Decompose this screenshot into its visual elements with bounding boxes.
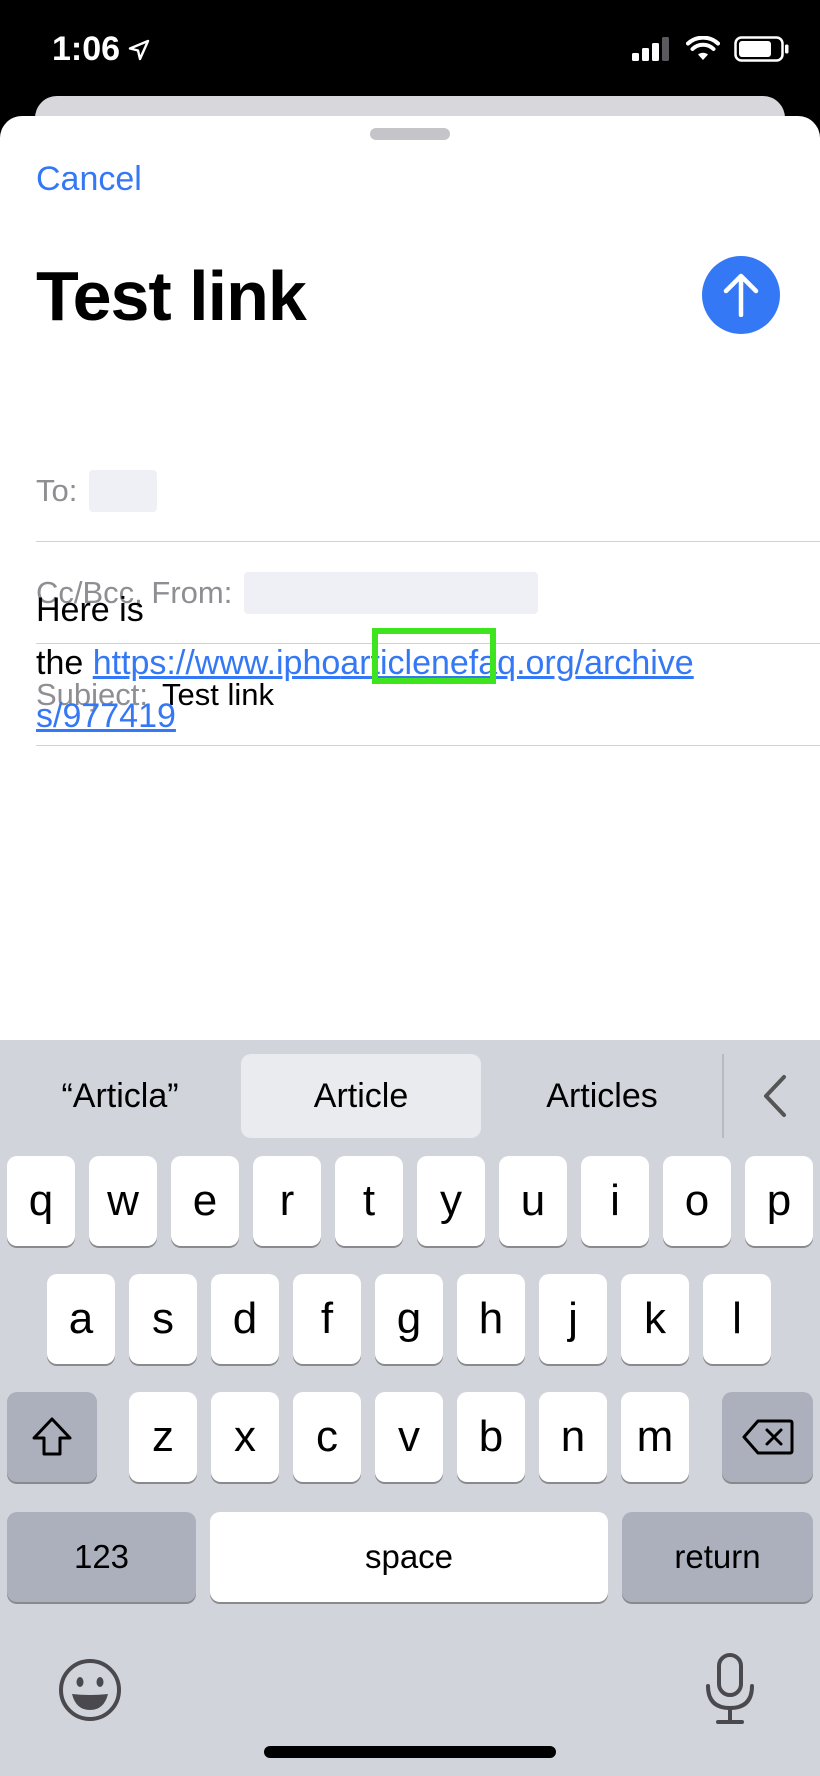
key-z[interactable]: z — [129, 1392, 197, 1482]
key-h[interactable]: h — [457, 1274, 525, 1364]
key-j[interactable]: j — [539, 1274, 607, 1364]
key-c[interactable]: c — [293, 1392, 361, 1482]
body-link-continued[interactable]: s/977419 — [36, 697, 176, 735]
suggestion-divider — [722, 1054, 724, 1138]
key-k[interactable]: k — [621, 1274, 689, 1364]
suggestion-literal[interactable]: “Articla” — [20, 1054, 220, 1138]
key-l[interactable]: l — [703, 1274, 771, 1364]
delete-key[interactable] — [722, 1392, 813, 1482]
space-key[interactable]: space — [210, 1512, 608, 1602]
arrow-up-icon — [723, 273, 759, 317]
key-u[interactable]: u — [499, 1156, 567, 1246]
to-recipient-redacted — [89, 469, 158, 512]
to-field[interactable]: To: — [36, 440, 820, 542]
collapse-suggestions-button[interactable] — [740, 1054, 810, 1138]
suggestion-bar: “Articla” Article Articles — [0, 1040, 820, 1140]
chevron-left-icon — [764, 1075, 786, 1117]
return-key[interactable]: return — [622, 1512, 813, 1602]
body-line: s/977419 — [36, 690, 796, 743]
status-time: 1:06 — [52, 30, 150, 69]
highlight-box — [372, 628, 496, 684]
to-label: To: — [36, 472, 78, 508]
dictation-button[interactable] — [700, 1652, 760, 1726]
key-t[interactable]: t — [335, 1156, 403, 1246]
shift-key[interactable] — [7, 1392, 97, 1482]
key-d[interactable]: d — [211, 1274, 279, 1364]
key-f[interactable]: f — [293, 1274, 361, 1364]
shift-icon — [32, 1417, 72, 1456]
wifi-icon — [686, 36, 720, 60]
suggestion-alternate[interactable]: Articles — [495, 1054, 709, 1138]
send-button[interactable] — [702, 256, 780, 334]
battery-icon — [734, 36, 789, 62]
key-p[interactable]: p — [745, 1156, 813, 1246]
cancel-button[interactable]: Cancel — [36, 160, 142, 199]
numbers-key[interactable]: 123 — [7, 1512, 196, 1602]
key-i[interactable]: i — [581, 1156, 649, 1246]
key-b[interactable]: b — [457, 1392, 525, 1482]
suggestion-primary[interactable]: Article — [241, 1054, 481, 1138]
location-icon — [128, 39, 150, 60]
status-time-text: 1:06 — [52, 30, 121, 68]
signal-icon — [632, 37, 669, 61]
key-r[interactable]: r — [253, 1156, 321, 1246]
microphone-icon — [706, 1653, 754, 1724]
key-q[interactable]: q — [7, 1156, 75, 1246]
key-x[interactable]: x — [211, 1392, 279, 1482]
key-m[interactable]: m — [621, 1392, 689, 1482]
key-g[interactable]: g — [375, 1274, 443, 1364]
home-indicator[interactable] — [264, 1746, 556, 1758]
mail-title: Test link — [36, 257, 307, 335]
sheet-grabber[interactable] — [370, 128, 450, 140]
keyboard: “Articla” Article Articles q w e r t y u… — [0, 1040, 820, 1776]
body-text-prefix: the — [36, 644, 93, 682]
delete-icon — [742, 1419, 793, 1455]
key-y[interactable]: y — [417, 1156, 485, 1246]
key-s[interactable]: s — [129, 1274, 197, 1364]
status-bar: 1:06 — [0, 0, 820, 100]
key-n[interactable]: n — [539, 1392, 607, 1482]
emoji-button[interactable] — [56, 1656, 124, 1724]
key-a[interactable]: a — [47, 1274, 115, 1364]
key-v[interactable]: v — [375, 1392, 443, 1482]
status-indicators — [632, 36, 790, 62]
key-e[interactable]: e — [171, 1156, 239, 1246]
key-o[interactable]: o — [663, 1156, 731, 1246]
emoji-icon — [59, 1659, 121, 1721]
key-w[interactable]: w — [89, 1156, 157, 1246]
